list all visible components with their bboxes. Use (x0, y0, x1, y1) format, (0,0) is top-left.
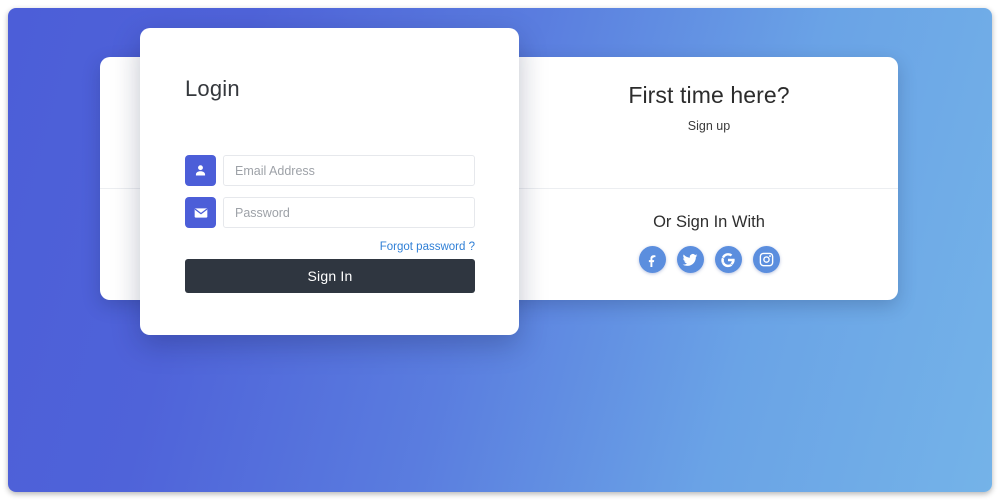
signup-heading: First time here? (628, 82, 790, 108)
social-signin-section: Or Sign In With (520, 188, 898, 300)
password-input[interactable] (223, 197, 475, 228)
email-field-row (185, 155, 475, 186)
login-heading: Login (185, 76, 240, 101)
login-form: Login Forgot (185, 28, 475, 335)
login-card: Login Forgot (140, 28, 519, 335)
social-signin-heading: Or Sign In With (653, 213, 765, 231)
gradient-background: First time here? Sign up Or Sign In With (8, 8, 992, 492)
twitter-signin-button[interactable] (676, 246, 704, 273)
email-input[interactable] (223, 155, 475, 186)
signup-section: First time here? Sign up (520, 57, 898, 188)
social-buttons-row (638, 246, 780, 273)
sign-up-link[interactable]: Sign up (688, 119, 730, 133)
instagram-signin-button[interactable] (752, 246, 780, 273)
sign-in-button[interactable]: Sign In (185, 259, 475, 293)
facebook-signin-button[interactable] (638, 246, 666, 273)
user-icon (185, 155, 216, 186)
google-icon (720, 252, 736, 268)
side-panel: First time here? Sign up Or Sign In With (520, 57, 898, 300)
password-field-row (185, 197, 475, 228)
forgot-password-link[interactable]: Forgot password ? (380, 241, 475, 253)
instagram-icon (759, 252, 774, 267)
google-signin-button[interactable] (714, 246, 742, 273)
facebook-icon (645, 252, 660, 267)
envelope-icon (185, 197, 216, 228)
twitter-icon (682, 252, 698, 268)
